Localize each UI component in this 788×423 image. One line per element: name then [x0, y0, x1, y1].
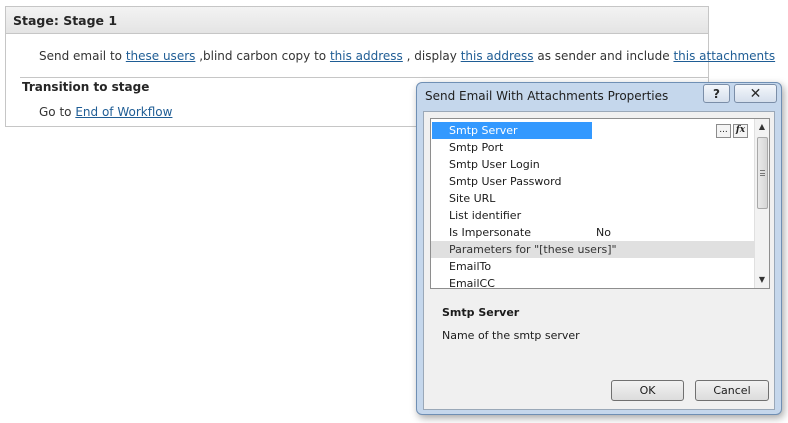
dialog-title: Send Email With Attachments Properties [425, 89, 669, 103]
property-name: Smtp Server [449, 124, 518, 137]
property-name: Site URL [449, 192, 496, 205]
sentence-text: Send email to [39, 49, 126, 63]
property-row-emailto[interactable]: EmailTo [431, 258, 757, 275]
property-name: List identifier [449, 209, 522, 222]
property-row-is-impersonate[interactable]: Is Impersonate No [431, 224, 757, 241]
property-row-smtp-server[interactable]: Smtp Server ... fx [431, 122, 757, 139]
grid-scrollbar[interactable]: ▲ ▼ [754, 119, 769, 288]
scroll-down-icon[interactable]: ▼ [755, 273, 769, 287]
ok-button[interactable]: OK [611, 380, 684, 401]
goto-text: Go to [39, 105, 76, 119]
attachments-link[interactable]: this attachments [673, 49, 775, 63]
property-name: Is Impersonate [449, 226, 531, 239]
sentence-text: as sender and include [533, 49, 674, 63]
property-grid: Smtp Server ... fx Smtp Port Smtp User L… [430, 118, 770, 289]
property-name: EmailCC [449, 277, 495, 289]
scroll-thumb[interactable] [757, 137, 768, 209]
transition-title: Transition to stage [22, 80, 150, 94]
cancel-button[interactable]: Cancel [695, 380, 769, 401]
action-sentence: Send email to these users ,blind carbon … [39, 49, 775, 63]
sentence-text: , display [402, 49, 461, 63]
property-row-site-url[interactable]: Site URL [431, 190, 757, 207]
property-name: Smtp User Password [449, 175, 562, 188]
property-value[interactable]: No [596, 224, 611, 241]
fx-icon[interactable]: fx [733, 124, 748, 138]
scroll-up-icon[interactable]: ▲ [755, 120, 769, 134]
property-category-parameters[interactable]: Parameters for "[these users]" [431, 241, 757, 258]
bcc-address-link[interactable]: this address [330, 49, 403, 63]
help-icon: ? [713, 86, 720, 101]
property-name: Smtp User Login [449, 158, 540, 171]
end-of-workflow-link[interactable]: End of Workflow [75, 105, 172, 119]
divider [20, 77, 708, 78]
property-row-smtp-port[interactable]: Smtp Port [431, 139, 757, 156]
property-name: EmailTo [449, 260, 492, 273]
property-name: Smtp Port [449, 141, 504, 154]
builder-button[interactable]: ... [716, 124, 731, 138]
category-name: Parameters for "[these users]" [449, 243, 617, 256]
property-row-emailcc[interactable]: EmailCC [431, 275, 757, 289]
properties-dialog: Send Email With Attachments Properties ?… [416, 82, 782, 415]
goto-sentence: Go to End of Workflow [39, 105, 172, 119]
property-row-list-identifier[interactable]: List identifier [431, 207, 757, 224]
property-row-smtp-user-login[interactable]: Smtp User Login [431, 156, 757, 173]
grip-icon [760, 170, 765, 176]
description-title: Smtp Server [442, 306, 520, 319]
dialog-client: Smtp Server ... fx Smtp Port Smtp User L… [423, 111, 775, 410]
property-row-smtp-user-password[interactable]: Smtp User Password [431, 173, 757, 190]
help-button[interactable]: ? [703, 84, 730, 103]
close-icon: ✕ [749, 85, 762, 102]
these-users-link[interactable]: these users [126, 49, 196, 63]
description-text: Name of the smtp server [442, 329, 580, 342]
sender-address-link[interactable]: this address [461, 49, 534, 63]
close-button[interactable]: ✕ [734, 84, 777, 103]
property-rows: Smtp Server ... fx Smtp Port Smtp User L… [431, 122, 757, 289]
stage-title: Stage: Stage 1 [6, 7, 708, 34]
sentence-text: ,blind carbon copy to [195, 49, 330, 63]
